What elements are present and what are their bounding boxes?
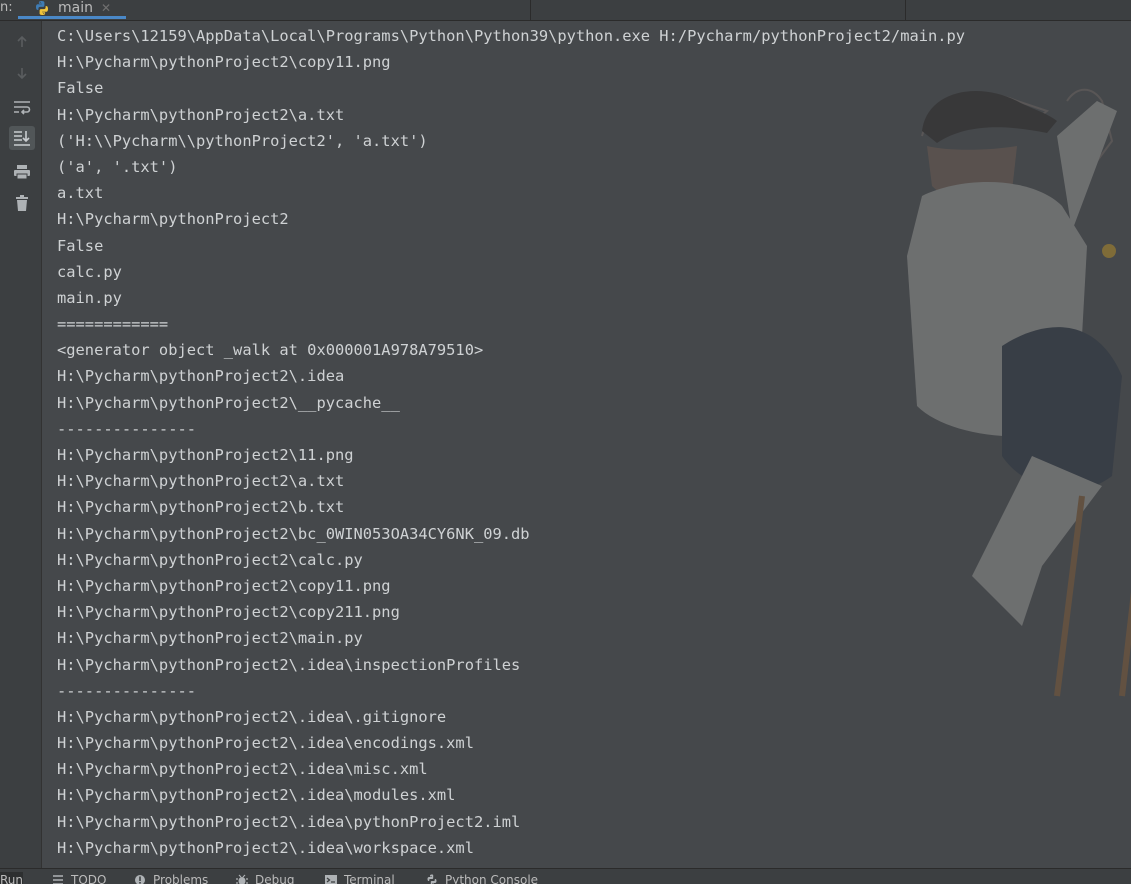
console-line: H:\Pycharm\pythonProject2\.idea\modules.… <box>57 786 456 805</box>
bottom-tab-run[interactable]: Run <box>0 872 24 884</box>
console-line: H:\Pycharm\pythonProject2\copy211.png <box>57 603 400 622</box>
console-line: main.py <box>57 288 122 307</box>
bottom-tab-problems[interactable]: Problems <box>134 872 208 884</box>
bottom-tab-label: Run <box>0 873 24 884</box>
console-line: False <box>57 236 104 255</box>
soft-wrap-icon[interactable] <box>9 95 35 119</box>
console-line: H:\Pycharm\pythonProject2\b.txt <box>57 498 345 517</box>
run-label: n: <box>0 0 13 15</box>
console-line: H:\Pycharm\pythonProject2\copy11.png <box>57 53 391 72</box>
console-line: ============ <box>57 315 169 334</box>
bottom-tab-todo[interactable]: TODO <box>52 872 106 884</box>
down-arrow-icon[interactable] <box>9 61 35 85</box>
bottom-tab-label: Python Console <box>445 873 539 884</box>
console-line: H:\Pycharm\pythonProject2\a.txt <box>57 472 345 491</box>
console-line: H:\Pycharm\pythonProject2\.idea\encoding… <box>57 734 474 753</box>
console-line: H:\Pycharm\pythonProject2\.idea\pythonPr… <box>57 812 521 831</box>
tab-divider <box>530 0 531 20</box>
trash-icon[interactable] <box>9 191 35 215</box>
scroll-to-end-icon[interactable] <box>9 126 35 150</box>
close-tab-icon[interactable]: ✕ <box>101 0 111 16</box>
console-line: calc.py <box>57 262 122 281</box>
console-line: H:\Pycharm\pythonProject2\.idea <box>57 367 345 386</box>
console-line: H:\Pycharm\pythonProject2\.idea\.gitigno… <box>57 707 447 726</box>
tab-label: main <box>58 0 93 16</box>
bottom-tab-python-console[interactable]: Python Console <box>426 872 538 884</box>
console-line: H:\Pycharm\pythonProject2\.idea\misc.xml <box>57 760 428 779</box>
console-line: H:\Pycharm\pythonProject2\.idea\workspac… <box>57 838 474 857</box>
console-line: H:\Pycharm\pythonProject2\__pycache__ <box>57 393 400 412</box>
up-arrow-icon[interactable] <box>9 30 35 54</box>
bottom-tab-terminal[interactable]: Terminal <box>325 872 395 884</box>
python-file-icon <box>34 0 50 16</box>
console-line: H:\Pycharm\pythonProject2\11.png <box>57 446 354 464</box>
bottom-tab-label: TODO <box>71 873 107 884</box>
console-line: H:\Pycharm\pythonProject2\main.py <box>57 629 363 648</box>
console-lines: C:\Users\12159\AppData\Local\Programs\Py… <box>57 26 965 864</box>
console-line: H:\Pycharm\pythonProject2 <box>57 210 289 229</box>
console-line: H:\Pycharm\pythonProject2\copy11.png <box>57 576 391 595</box>
console-line: --------------- <box>57 419 196 438</box>
console-line: False <box>57 79 104 98</box>
console-line: a.txt <box>57 184 104 203</box>
console-line: H:\Pycharm\pythonProject2\.idea\inspecti… <box>57 655 521 674</box>
print-icon[interactable] <box>9 160 35 184</box>
console-line: C:\Users\12159\AppData\Local\Programs\Py… <box>57 27 966 45</box>
console-line: H:\Pycharm\pythonProject2\calc.py <box>57 550 363 569</box>
console-line: H:\Pycharm\pythonProject2\a.txt <box>57 105 345 124</box>
bottom-tab-label: Terminal <box>344 873 395 884</box>
bottom-tab-label: Debug <box>255 873 295 884</box>
console-output[interactable]: C:\Users\12159\AppData\Local\Programs\Py… <box>42 21 1131 868</box>
tab-main[interactable]: main ✕ <box>18 0 126 19</box>
bottom-tab-label: Problems <box>153 873 209 884</box>
run-tab-bar: n: main ✕ <box>0 0 1131 21</box>
console-line: ('a', '.txt') <box>57 157 178 176</box>
console-line: <generator object _walk at 0x000001A978A… <box>57 341 484 360</box>
bottom-tab-debug[interactable]: Debug <box>236 872 294 884</box>
tab-divider <box>905 0 906 20</box>
console-line: --------------- <box>57 681 196 700</box>
console-line: H:\Pycharm\pythonProject2\bc_0WIN053OA34… <box>57 524 530 543</box>
console-toolbar <box>0 21 42 868</box>
bottom-tool-bar: Run TODO Problems Debug Terminal Python Conso… <box>0 868 1131 884</box>
console-line: ('H:\\Pycharm\\pythonProject2', 'a.txt') <box>57 131 428 150</box>
